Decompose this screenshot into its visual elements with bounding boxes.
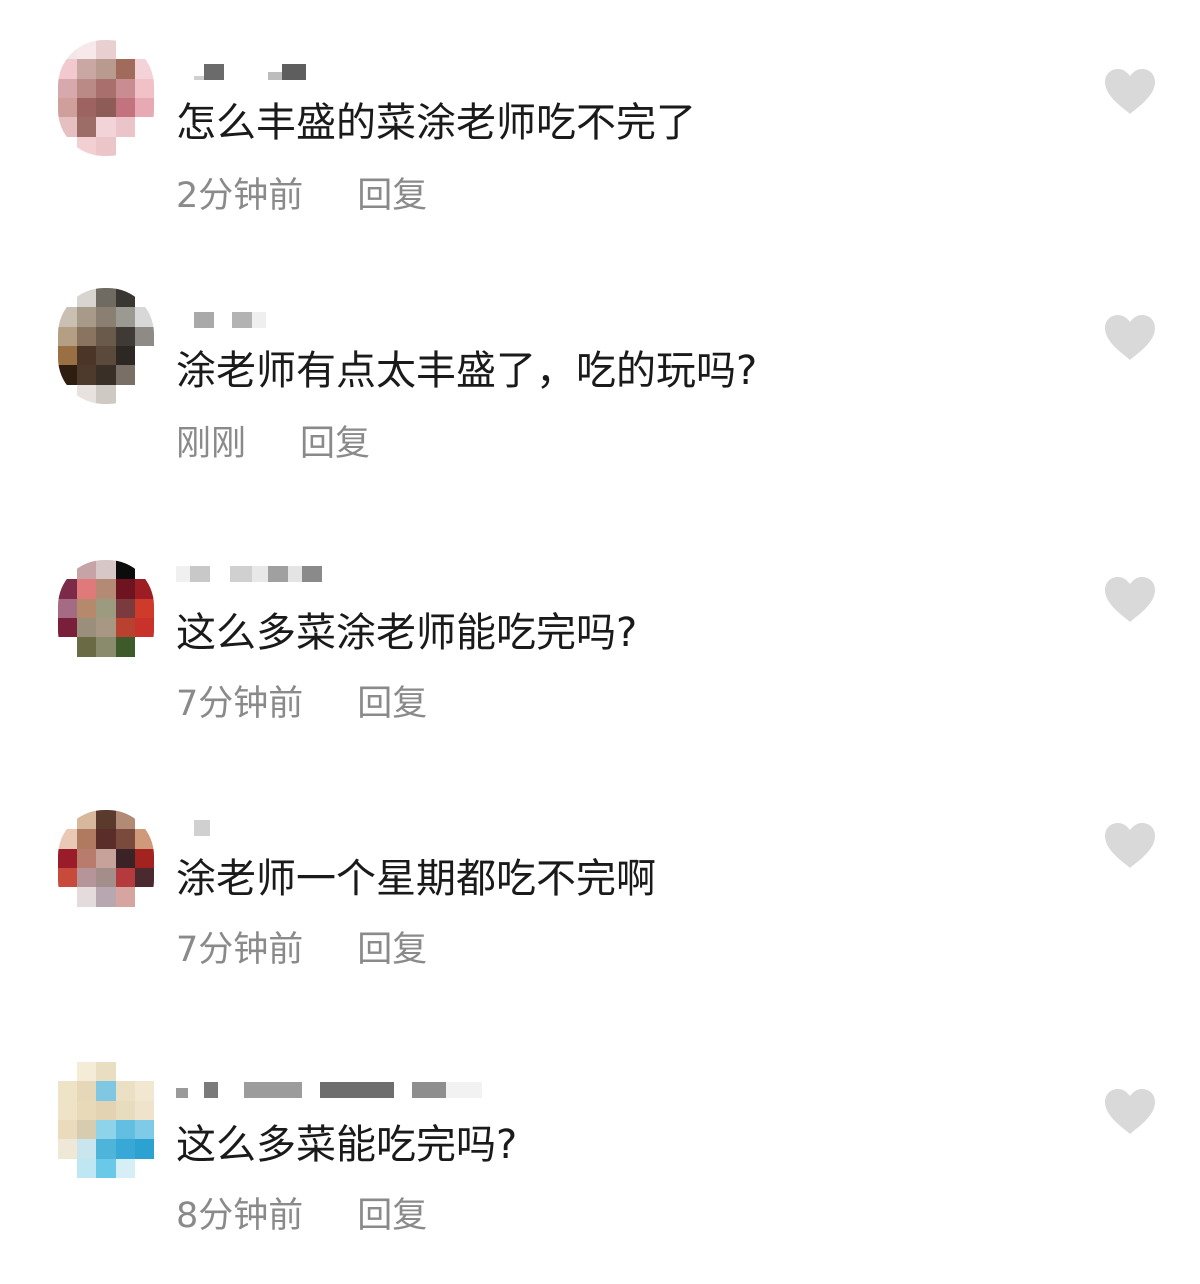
comment-text: 这么多菜能吃完吗? [176,1122,518,1168]
comment-meta: 2分钟前 回复 [176,174,427,218]
like-button[interactable] [1103,68,1157,116]
comment-meta: 8分钟前 回复 [176,1194,427,1238]
avatar[interactable] [58,1062,154,1178]
username-masked[interactable] [176,58,306,80]
username-masked[interactable] [176,1076,482,1098]
reply-button[interactable]: 回复 [357,682,427,726]
comment-text: 涂老师有点太丰盛了，吃的玩吗? [176,348,758,394]
username-masked[interactable] [176,814,210,836]
like-button[interactable] [1103,822,1157,870]
timestamp: 7分钟前 [176,930,304,970]
avatar[interactable] [58,810,154,926]
timestamp: 7分钟前 [176,684,304,724]
like-button[interactable] [1103,314,1157,362]
timestamp: 8分钟前 [176,1196,304,1236]
like-button[interactable] [1103,576,1157,624]
reply-button[interactable]: 回复 [357,1194,427,1238]
heart-icon [1105,315,1155,360]
comment-item: 涂老师一个星期都吃不完啊 7分钟前 回复 [0,770,1200,970]
avatar[interactable] [58,40,154,156]
comment-meta: 7分钟前 回复 [176,928,427,972]
username-masked[interactable] [176,306,266,328]
timestamp: 2分钟前 [176,176,304,216]
avatar[interactable] [58,560,154,676]
comment-text: 涂老师一个星期都吃不完啊 [176,856,656,902]
heart-icon [1105,1089,1155,1134]
comment-item: 怎么丰盛的菜涂老师吃不完了 2分钟前 回复 [0,0,1200,216]
heart-icon [1105,69,1155,114]
comment-item: 这么多菜能吃完吗? 8分钟前 回复 [0,1034,1200,1236]
comment-item: 涂老师有点太丰盛了，吃的玩吗? 刚刚 回复 [0,248,1200,464]
like-button[interactable] [1103,1088,1157,1136]
avatar[interactable] [58,288,154,404]
comment-text: 怎么丰盛的菜涂老师吃不完了 [176,100,696,146]
reply-button[interactable]: 回复 [357,174,427,218]
timestamp: 刚刚 [176,424,247,464]
username-masked[interactable] [176,560,322,582]
comment-meta: 7分钟前 回复 [176,682,427,726]
comment-meta: 刚刚 回复 [176,422,370,466]
reply-button[interactable]: 回复 [357,928,427,972]
comment-text: 这么多菜涂老师能吃完吗? [176,610,638,656]
heart-icon [1105,823,1155,868]
heart-icon [1105,577,1155,622]
comment-item: 这么多菜涂老师能吃完吗? 7分钟前 回复 [0,518,1200,724]
reply-button[interactable]: 回复 [300,422,370,466]
